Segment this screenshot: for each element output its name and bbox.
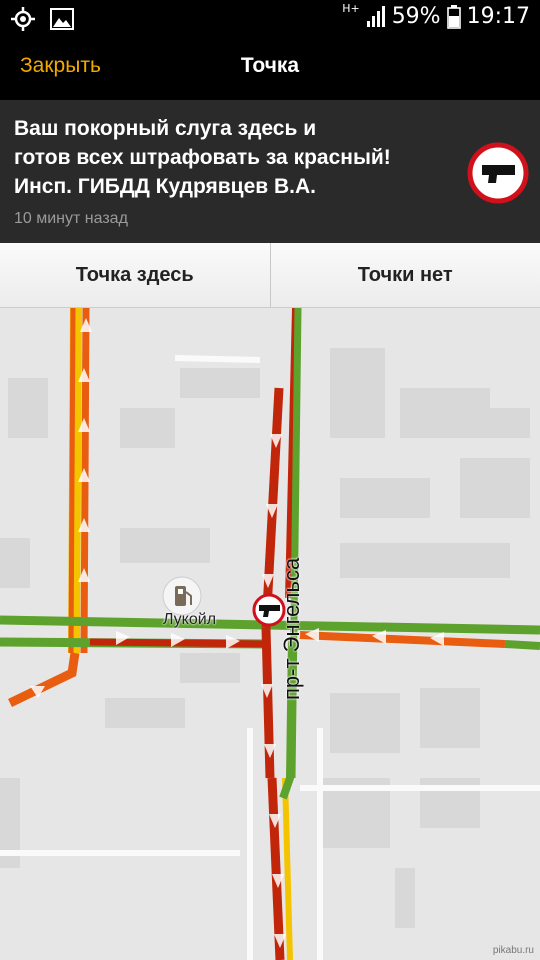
gps-icon: [11, 7, 35, 31]
message-panel: Ваш покорный слуга здесь и готов всех шт…: [0, 100, 540, 243]
message-text: Ваш покорный слуга здесь и готов всех шт…: [14, 117, 391, 198]
network-type: H+: [342, 2, 360, 15]
street-label: пр-т Энгельса: [279, 557, 304, 700]
battery-percent: 59%: [391, 4, 441, 29]
message-time: 10 минут назад: [14, 210, 128, 227]
poi-label: Лукойл: [163, 611, 217, 628]
answer-buttons: Точка здесь Точки нет: [0, 243, 540, 308]
map-canvas: [0, 308, 540, 960]
point-here-button[interactable]: Точка здесь: [0, 243, 271, 307]
status-left-icons: [10, 6, 74, 32]
map-view[interactable]: Лукойл пр-т Энгельса pikabu.ru: [0, 308, 540, 960]
no-point-button[interactable]: Точки нет: [270, 243, 540, 307]
battery-icon: [446, 4, 461, 29]
fuel-station-icon[interactable]: [162, 576, 202, 616]
action-bar: Закрыть Точка: [0, 38, 540, 100]
signal-icon: [366, 5, 385, 27]
watermark: pikabu.ru: [492, 945, 534, 956]
clock: 19:17: [466, 4, 530, 29]
status-bar: H+ 59% 19:17: [0, 0, 540, 38]
police-gun-icon: [467, 142, 529, 204]
page-title: Точка: [240, 54, 300, 77]
image-icon: [50, 8, 74, 30]
status-right: H+ 59% 19:17: [342, 2, 530, 29]
